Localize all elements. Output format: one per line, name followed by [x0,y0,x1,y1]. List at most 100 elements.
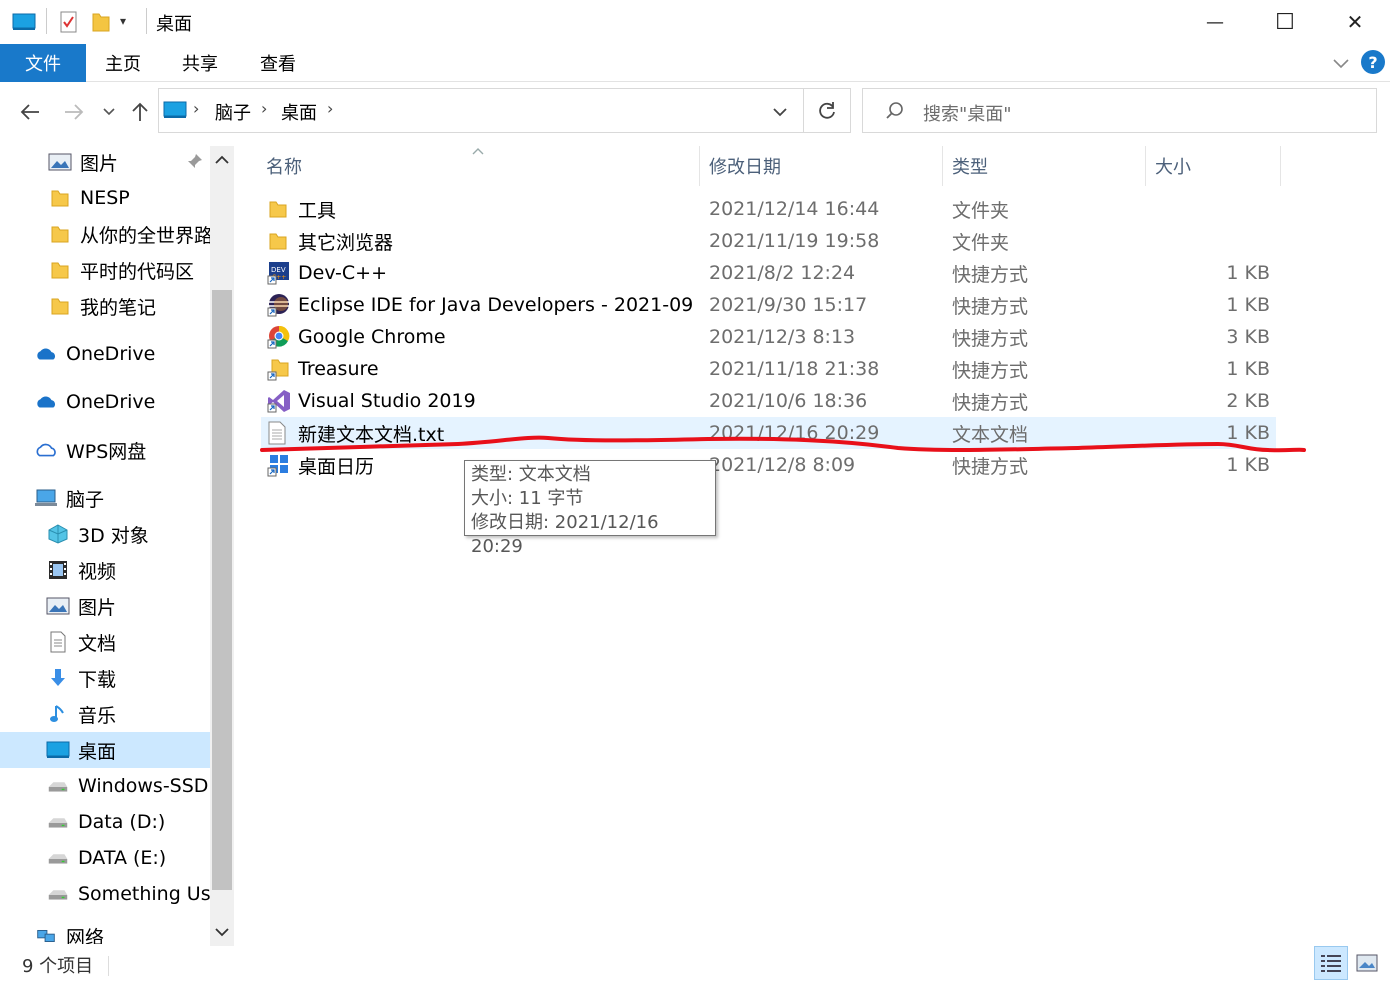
explorer-window-icon[interactable] [12,12,36,32]
nav-item[interactable]: 图片 [0,588,210,624]
maximize-icon: ☐ [1275,9,1295,35]
address-dropdown-icon[interactable] [771,103,789,119]
pin-icon[interactable] [186,152,204,170]
file-row[interactable]: Treasure 2021/11/18 21:38 快捷方式 1 KB [261,353,1276,385]
new-folder-icon[interactable] [90,10,112,34]
nav-item-label: OneDrive [66,343,156,365]
nav-item[interactable]: 我的笔记 [0,288,210,324]
file-type: 快捷方式 [952,359,1029,382]
tab-view[interactable]: 查看 [242,44,314,82]
pictures-icon [48,151,72,173]
breadcrumb-item[interactable]: 桌面 [281,99,317,125]
file-row[interactable]: 桌面日历 2021/12/8 8:09 快捷方式 1 KB [261,449,1276,481]
nav-item-label: OneDrive [66,391,156,413]
nav-item[interactable]: OneDrive [0,336,210,372]
tab-home[interactable]: 主页 [88,44,158,82]
nav-item[interactable]: Something Useful [0,876,210,912]
properties-icon[interactable] [58,10,80,34]
file-name: Visual Studio 2019 [298,390,476,412]
scroll-down-icon[interactable] [212,922,232,942]
file-row[interactable]: Visual Studio 2019 2021/10/6 18:36 快捷方式 2 K… [261,385,1276,417]
folder-icon [48,187,72,209]
file-row[interactable]: 工具 2021/12/14 16:44 文件夹 [261,193,1276,225]
folder-shortcut-icon [267,357,291,381]
file-modified-date: 2021/12/14 16:44 [709,198,880,220]
search-placeholder: 搜索"桌面" [923,104,1012,125]
file-row[interactable]: 其它浏览器 2021/11/19 19:58 文件夹 [261,225,1276,257]
forward-arrow-icon [65,104,84,120]
tab-share[interactable]: 共享 [164,44,236,82]
close-button[interactable]: ✕ [1320,0,1390,44]
breadcrumb-separator-icon[interactable]: › [327,99,333,118]
nav-item-label: 我的笔记 [80,296,157,319]
file-type: 文件夹 [952,231,1010,254]
file-row[interactable]: DEV C++ Dev-C++ 2021/8/2 12:24 快捷方式 1 KB [261,257,1276,289]
nav-item[interactable]: 下载 [0,660,210,696]
tab-file[interactable]: 文件 [0,44,86,82]
details-view-icon [1321,955,1341,972]
column-divider[interactable] [1145,146,1146,186]
nav-scrollbar-thumb[interactable] [212,290,232,890]
maximize-button[interactable]: ☐ [1250,0,1320,44]
file-modified-date: 2021/12/16 20:29 [709,422,880,444]
nav-item[interactable]: 从你的全世界路过 [0,216,210,252]
file-modified-date: 2021/11/18 21:38 [709,358,880,380]
nav-item[interactable]: 图片 [0,144,210,180]
address-bar[interactable]: › 脑子 › 桌面 › [158,88,804,133]
nav-item[interactable]: 音乐 [0,696,210,732]
column-header-size[interactable]: 大小 [1155,146,1275,186]
close-icon: ✕ [1346,10,1364,34]
nav-item[interactable]: NESP [0,180,210,216]
nav-item-label: DATA (E:) [78,847,167,869]
up-button[interactable] [122,92,158,132]
breadcrumb-item[interactable]: 脑子 [215,99,251,125]
onedrive-icon [34,343,58,365]
file-name: Eclipse IDE for Java Developers - 2021-0… [298,294,694,316]
nav-item[interactable]: WPS网盘 [0,432,210,468]
nav-item[interactable]: Data (D:) [0,804,210,840]
back-button[interactable] [12,92,48,132]
large-icons-view-button[interactable] [1352,946,1382,980]
column-divider[interactable] [942,146,943,186]
file-modified-date: 2021/8/2 12:24 [709,262,856,284]
nav-item[interactable]: 视频 [0,552,210,588]
column-header-name[interactable]: 名称 [266,146,696,186]
file-name: 工具 [298,199,337,222]
file-row[interactable]: Eclipse IDE for Java Developers - 2021-0… [261,289,1276,321]
column-header-date[interactable]: 修改日期 [709,146,939,186]
nav-item[interactable]: 文档 [0,624,210,660]
file-row[interactable]: 新建文本文档.txt 2021/12/16 20:29 文本文档 1 KB [261,417,1276,449]
nav-item[interactable]: 3D 对象 [0,516,210,552]
search-box[interactable]: 搜索"桌面" [862,88,1377,133]
onedrive-icon [34,391,58,413]
nav-item[interactable]: OneDrive [0,384,210,420]
desktop-location-icon [163,100,187,120]
scroll-up-icon[interactable] [212,150,232,170]
nav-item[interactable]: DATA (E:) [0,840,210,876]
help-icon[interactable]: ? [1361,50,1385,74]
title-bar: ▾ 桌面 — ☐ ✕ [0,0,1390,44]
ribbon-tabs: 文件 主页 共享 查看 ? [0,44,1390,82]
details-view-button[interactable] [1314,946,1348,980]
refresh-button[interactable] [804,88,851,133]
file-size: 1 KB [1226,358,1270,380]
nav-item[interactable]: 平时的代码区 [0,252,210,288]
nav-item[interactable]: 网络 [0,918,210,944]
pictures-icon [46,595,70,617]
quick-access-dropdown-icon[interactable]: ▾ [120,14,134,32]
nav-item[interactable]: 脑子 [0,480,210,516]
nav-item[interactable]: Windows-SSD (C:) [0,768,210,804]
column-divider[interactable] [699,146,700,186]
breadcrumb-separator-icon[interactable]: › [193,99,199,118]
column-divider[interactable] [1280,146,1281,186]
forward-button[interactable] [56,92,92,132]
minimize-button[interactable]: — [1180,0,1250,44]
column-header-type[interactable]: 类型 [952,146,1142,186]
recent-locations-button[interactable] [94,92,124,132]
nav-item[interactable]: 桌面 [0,732,210,768]
folder-icon [48,259,72,281]
expand-ribbon-icon[interactable] [1330,52,1352,74]
file-row[interactable]: Google Chrome 2021/12/3 8:13 快捷方式 3 KB [261,321,1276,353]
breadcrumb-separator-icon[interactable]: › [261,99,267,118]
nav-item-label: NESP [80,187,130,209]
